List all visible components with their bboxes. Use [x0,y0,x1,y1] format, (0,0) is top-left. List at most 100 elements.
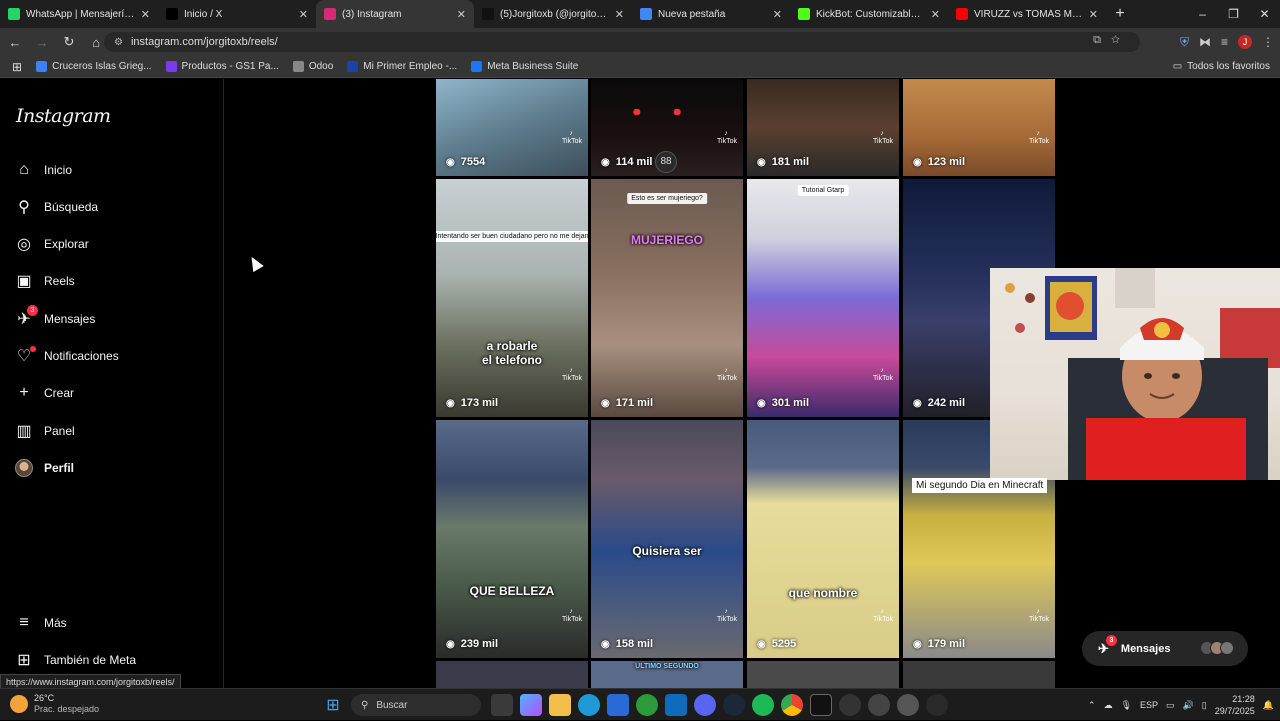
bookmark-item[interactable]: Mi Primer Empleo -... [347,61,457,72]
bookmarks-bar: ⊞ Cruceros Islas Grieg... Productos - GS1… [0,56,1280,78]
reel-views: ◉ 179 mil [913,638,965,650]
sidebar-item-meta[interactable]: ⊞ También de Meta [14,646,136,674]
edge-icon[interactable] [578,694,600,716]
reel-tile[interactable]: ♪ TikTok ◉ 123 mil [903,79,1055,176]
messages-pill[interactable]: ✈ 3 Mensajes [1082,631,1248,666]
capcut-icon[interactable] [810,694,832,716]
shield-extension-icon[interactable]: ⛨ [1180,35,1189,50]
chrome-icon[interactable] [781,694,803,716]
install-icon[interactable]: ⧉ [1093,34,1111,46]
forward-icon[interactable]: → [30,35,54,50]
address-bar-url: instagram.com/jorgitoxb/reels/ [130,36,278,48]
eye-icon: ◉ [757,156,766,168]
copilot-icon[interactable] [520,694,542,716]
browser-tab[interactable]: WhatsApp | Mensajería y llamad ✕ [0,0,158,28]
obs-icon[interactable] [868,694,890,716]
xbox-icon[interactable] [636,694,658,716]
sidebar-item-reels[interactable]: ▣ Reels [14,267,74,295]
reel-tile[interactable] [903,661,1055,688]
sidebar-item-perfil[interactable]: Perfil [14,454,74,482]
file-explorer-icon[interactable] [549,694,571,716]
media-icon[interactable]: ≡ [1221,35,1228,49]
discord-icon[interactable] [694,694,716,716]
windows-start-icon[interactable]: ⊞ [322,694,344,716]
reel-tile[interactable]: que nombre ♪ TikTok ◉ 5295 [747,420,899,658]
mic-icon[interactable]: 🎙 [1121,700,1132,711]
address-bar[interactable]: ⚙ instagram.com/jorgitoxb/reels/ ⧉☆ [104,32,1140,52]
close-icon[interactable]: ✕ [141,8,150,21]
new-tab-button[interactable]: + [1106,5,1134,23]
sidebar-item-more[interactable]: ≡ Más [14,609,66,637]
sidebar-item-crear[interactable]: + Crear [14,379,74,407]
sidebar-item-notificaciones[interactable]: ♡ Notificaciones [14,342,119,370]
close-icon[interactable]: ✕ [615,8,624,21]
back-icon[interactable]: ← [3,35,27,50]
arrow-app-icon[interactable] [926,694,948,716]
close-icon[interactable]: ✕ [299,8,308,21]
close-icon[interactable]: ✕ [773,8,782,21]
store-icon[interactable] [607,694,629,716]
browser-tab[interactable]: (3) Instagram ✕ [316,0,474,28]
reel-tile[interactable]: Intentando ser buen ciudadano pero no me… [436,179,588,417]
steam-icon[interactable] [723,694,745,716]
bookmark-item[interactable]: Odoo [292,61,333,72]
bookmark-item[interactable]: Meta Business Suite [471,61,578,72]
bookmark-star-icon[interactable]: ☆ [1111,34,1130,46]
weather-widget[interactable]: 26°C Prac. despejado [10,693,99,715]
message-avatars [1200,641,1234,655]
extensions-icon[interactable]: ⧓ [1199,35,1211,49]
menu-kebab-icon[interactable]: ⋮ [1262,35,1274,49]
reel-tile[interactable]: Tutorial Gtarp ♪ TikTok ◉ 301 mil [747,179,899,417]
display-icon[interactable]: ▭ [1166,700,1175,711]
bookmark-item[interactable]: Cruceros Islas Grieg... [36,61,152,72]
app-icon[interactable] [897,694,919,716]
reel-tile[interactable]: ULTIMO SEGUNDO [591,661,743,688]
reel-tile[interactable] [747,661,899,688]
chatgpt-icon[interactable] [839,694,861,716]
close-icon[interactable]: ✕ [1089,8,1098,21]
browser-tab[interactable]: Nueva pestaña ✕ [632,0,790,28]
minimize-icon[interactable]: – [1187,0,1218,28]
restore-icon[interactable]: ❐ [1218,0,1249,28]
profile-avatar[interactable]: J [1238,35,1252,49]
reload-icon[interactable]: ↻ [57,34,81,50]
instagram-logo[interactable]: Instagram [16,105,111,127]
all-bookmarks[interactable]: ▭ Todos los favoritos [1173,61,1270,72]
reel-tile[interactable]: ♪ TikTok ◉ 181 mil [747,79,899,176]
sidebar-item-mensajes[interactable]: ✈ 3 Mensajes [14,305,95,333]
notifications-bell-icon[interactable]: 🔔 [1263,700,1274,711]
sidebar-item-panel[interactable]: ▥ Panel [14,417,74,445]
outlook-icon[interactable] [665,694,687,716]
webcam-overlay [990,268,1280,480]
profile-avatar-icon [14,458,34,478]
browser-tab[interactable]: KickBot: Customizable Chat Bo ✕ [790,0,948,28]
sidebar-item-busqueda[interactable]: ⚲ Búsqueda [14,193,98,221]
browser-tab[interactable]: Inicio / X ✕ [158,0,316,28]
reel-views: ◉ 7554 [446,156,485,168]
chevron-up-icon[interactable]: ⌃ [1088,700,1096,711]
cloud-icon[interactable]: ☁ [1104,700,1113,711]
reel-tile[interactable]: Esto es ser mujeriego? MUJERIEGO ♪ TikTok ◉ 1… [591,179,743,417]
close-window-icon[interactable]: ✕ [1249,0,1280,28]
apps-grid-icon[interactable]: ⊞ [12,60,22,74]
task-view-icon[interactable] [491,694,513,716]
clock[interactable]: 21:28 29/7/2025 [1215,693,1255,717]
browser-tab[interactable]: (5)Jorgitoxb (@jorgitoxb) | TikT ✕ [474,0,632,28]
battery-icon[interactable]: ▯ [1202,700,1207,711]
close-icon[interactable]: ✕ [931,8,940,21]
speaker-icon[interactable]: 🔊 [1183,700,1194,711]
reel-views-count: 181 mil [771,156,810,168]
reel-tile[interactable]: QUE BELLEZA ♪ TikTok ◉ 239 mil [436,420,588,658]
taskbar-search[interactable]: ⚲ Buscar [351,694,481,716]
sidebar-item-explorar[interactable]: ◎ Explorar [14,230,89,258]
reel-tile[interactable]: ♪ TikTok ◉ 7554 [436,79,588,176]
sidebar-item-inicio[interactable]: ⌂ Inicio [14,156,72,184]
language-indicator[interactable]: ESP [1140,700,1158,710]
spotify-icon[interactable] [752,694,774,716]
close-icon[interactable]: ✕ [457,8,466,21]
browser-tab[interactable]: VIRUZZ vs TOMÁS MAZZA | LA ✕ [948,0,1106,28]
reel-tile[interactable]: Quisiera ser ♪ TikTok ◉ 158 mil [591,420,743,658]
site-info-icon[interactable]: ⚙ [114,37,123,48]
reel-tile[interactable] [436,661,588,688]
bookmark-item[interactable]: Productos - GS1 Pa... [165,61,279,72]
